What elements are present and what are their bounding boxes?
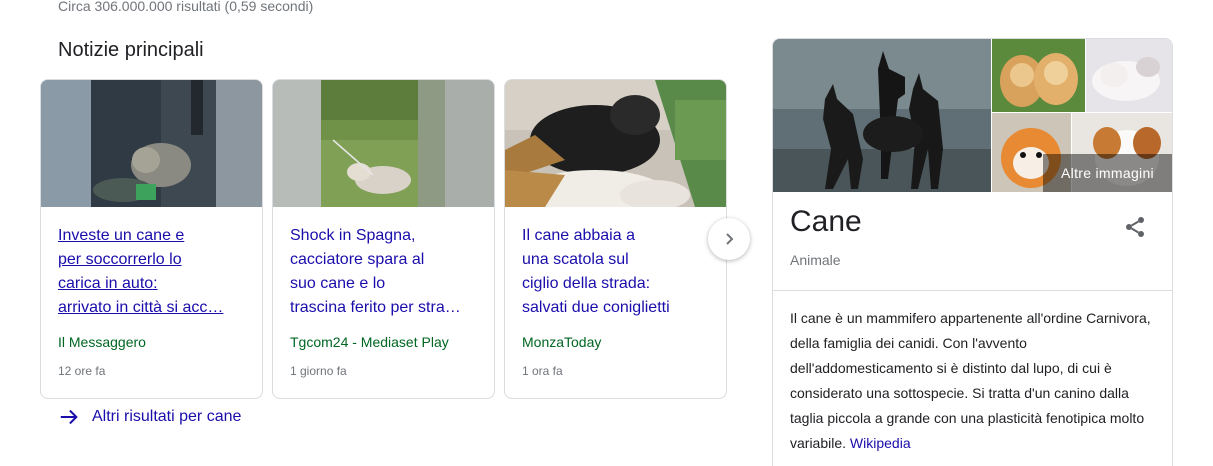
news-source: Tgcom24 - Mediaset Play xyxy=(290,334,449,350)
kp-description: Il cane è un mammifero appartenente all'… xyxy=(790,306,1160,456)
gallery-image-3[interactable] xyxy=(1086,39,1172,112)
carousel-next-button[interactable] xyxy=(708,218,750,260)
news-card-3[interactable]: Il cane abbaia a una scatola sul ciglio … xyxy=(504,79,727,399)
share-icon[interactable] xyxy=(1123,215,1147,239)
news-time: 12 ore fa xyxy=(58,364,106,378)
more-results-label: Altri risultati per cane xyxy=(92,408,242,425)
kp-divider xyxy=(773,290,1172,291)
more-images-button[interactable]: Altre immagini xyxy=(1043,154,1172,192)
headline-line: Investe un cane e xyxy=(58,227,185,244)
headline-line: una scatola sul xyxy=(522,251,629,268)
kp-description-text: Il cane è un mammifero appartenente all'… xyxy=(790,310,1151,451)
headline-line: carica in auto: xyxy=(58,275,158,292)
arrow-right-icon xyxy=(60,409,78,425)
kp-title: Cane xyxy=(790,205,862,238)
headline-line: salvati due coniglietti xyxy=(522,299,670,316)
news-headline-link[interactable]: Investe un cane e per soccorrerlo lo car… xyxy=(58,224,248,320)
news-card-1[interactable]: Investe un cane e per soccorrerlo lo car… xyxy=(40,79,263,399)
headline-line: Il cane abbaia a xyxy=(522,227,635,244)
kp-subtitle: Animale xyxy=(790,252,841,268)
news-source: MonzaToday xyxy=(522,334,602,350)
news-time: 1 giorno fa xyxy=(290,364,347,378)
gallery-image-2[interactable] xyxy=(992,39,1085,112)
top-stories-title: Notizie principali xyxy=(58,39,204,61)
news-source: Il Messaggero xyxy=(58,334,146,350)
news-thumbnail[interactable] xyxy=(41,80,262,207)
headline-line: cacciatore spara al xyxy=(290,251,425,268)
news-card-2[interactable]: Shock in Spagna, cacciatore spara al suo… xyxy=(272,79,495,399)
gallery-image-main[interactable] xyxy=(773,39,991,192)
news-headline-link[interactable]: Shock in Spagna, cacciatore spara al suo… xyxy=(290,224,480,320)
news-thumbnail[interactable] xyxy=(505,80,726,207)
news-thumbnail[interactable] xyxy=(273,80,494,207)
headline-line: ciglio della strada: xyxy=(522,275,651,292)
results-stats: Circa 306.000.000 risultati (0,59 second… xyxy=(58,0,314,14)
chevron-right-icon xyxy=(726,233,734,245)
news-headline-link[interactable]: Il cane abbaia a una scatola sul ciglio … xyxy=(522,224,712,320)
news-time: 1 ora fa xyxy=(522,364,563,378)
wikipedia-link[interactable]: Wikipedia xyxy=(850,435,911,451)
knowledge-panel: Altre immagini Cane Animale Il cane è un… xyxy=(772,38,1173,466)
image-gallery: Altre immagini xyxy=(773,39,1172,192)
headline-line: trascina ferito per stra… xyxy=(290,299,461,316)
more-results-link[interactable]: Altri risultati per cane xyxy=(58,405,241,429)
headline-line: arrivato in città si acc… xyxy=(58,299,224,316)
headline-line: suo cane e lo xyxy=(290,275,386,292)
headline-line: per soccorrerlo lo xyxy=(58,251,182,268)
headline-line: Shock in Spagna, xyxy=(290,227,416,244)
